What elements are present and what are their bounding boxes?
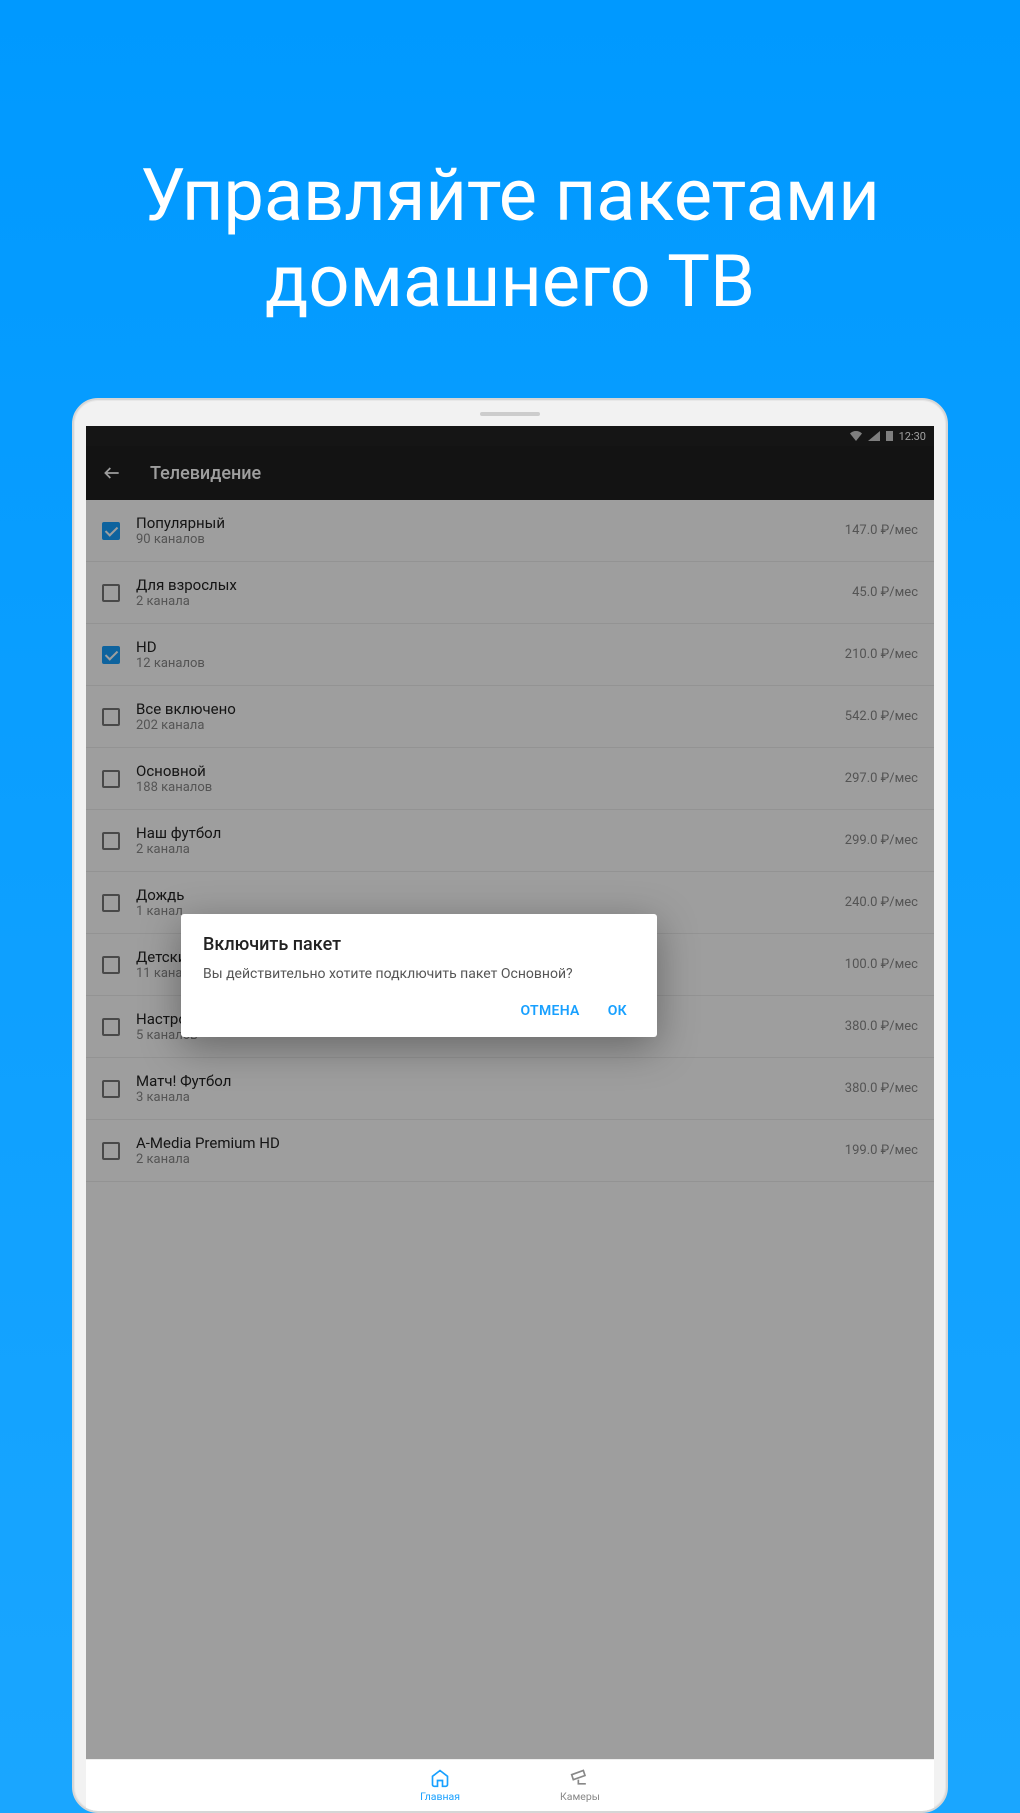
dialog-actions: ОТМЕНА ОК <box>203 985 635 1029</box>
camera-icon <box>570 1768 590 1788</box>
dialog-title: Включить пакет <box>203 934 635 955</box>
bottom-nav: Главная Камеры <box>86 1759 934 1811</box>
bottom-nav-home-label: Главная <box>420 1790 460 1803</box>
bottom-nav-home[interactable]: Главная <box>420 1768 460 1803</box>
dialog-ok-button[interactable]: ОК <box>608 1003 627 1019</box>
bottom-nav-cameras[interactable]: Камеры <box>560 1768 600 1803</box>
confirm-dialog: Включить пакет Вы действительно хотите п… <box>181 914 657 1037</box>
tablet-frame: 12:30 Телевидение Популярный90 каналов14… <box>72 398 948 1813</box>
dialog-message: Вы действительно хотите подключить пакет… <box>203 965 635 985</box>
promo-title: Управляйте пакетамидомашнего ТВ <box>0 153 1020 326</box>
bottom-nav-cameras-label: Камеры <box>560 1790 600 1803</box>
tablet-screen: 12:30 Телевидение Популярный90 каналов14… <box>86 426 934 1811</box>
modal-overlay[interactable] <box>86 426 934 1811</box>
home-icon <box>430 1768 450 1788</box>
dialog-cancel-button[interactable]: ОТМЕНА <box>521 1003 580 1019</box>
